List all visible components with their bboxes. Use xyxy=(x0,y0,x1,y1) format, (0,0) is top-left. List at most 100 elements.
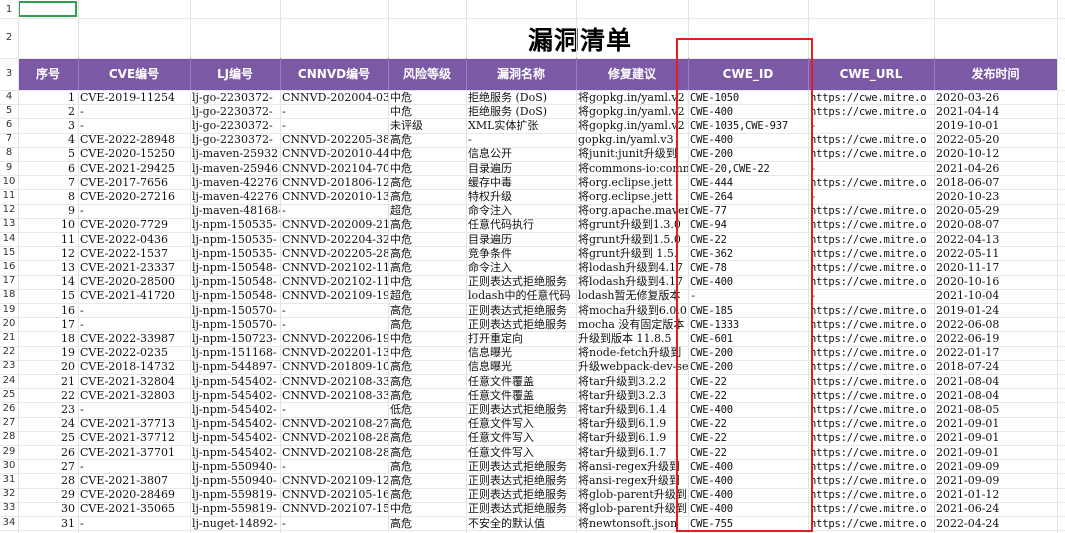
table-cell[interactable]: https://cwe.mitre.o xyxy=(810,318,934,332)
table-cell[interactable]: CNNVD-202009-215 xyxy=(282,218,388,232)
table-cell[interactable]: https://cwe.mitre.o xyxy=(810,431,934,445)
table-cell[interactable]: https://cwe.mitre.o xyxy=(810,460,934,474)
table-cell[interactable]: CVE-2021-29425 xyxy=(80,162,190,176)
table-cell[interactable]: CVE-2020-7729 xyxy=(80,218,190,232)
table-cell[interactable]: 高危 xyxy=(390,176,466,190)
table-cell[interactable]: 将junit:junit升级到 xyxy=(578,147,688,161)
table-cell[interactable]: 正则表达式拒绝服务 xyxy=(468,304,576,318)
table-cell[interactable]: 将lodash升级到4.17 xyxy=(578,275,688,289)
table-cell[interactable]: CNNVD-202108-2784 xyxy=(282,417,388,431)
table-cell[interactable]: 升级webpack-dev-se xyxy=(578,360,688,374)
table-cell[interactable]: CNNVD-202010-445 xyxy=(282,147,388,161)
table-cell[interactable]: 将org.eclipse.jett xyxy=(578,176,688,190)
table-cell[interactable]: lj-go-2230372- xyxy=(192,91,280,105)
column-header[interactable]: 风险等级 xyxy=(388,58,466,90)
table-cell[interactable]: CNNVD-202107-1558 xyxy=(282,502,388,516)
table-cell[interactable]: - xyxy=(810,190,934,204)
table-cell[interactable]: 21 xyxy=(18,375,75,389)
column-header[interactable]: LJ编号 xyxy=(190,58,280,90)
table-cell[interactable]: 2022-04-24 xyxy=(936,517,1057,531)
table-cell[interactable]: https://cwe.mitre.o xyxy=(810,218,934,232)
table-cell[interactable]: CNNVD-202108-2802 xyxy=(282,446,388,460)
table-cell[interactable]: CNNVD-202109-1976 xyxy=(282,289,388,303)
table-cell[interactable]: CVE-2021-37713 xyxy=(80,417,190,431)
table-cell[interactable]: https://cwe.mitre.o xyxy=(810,261,934,275)
table-cell[interactable]: 将gopkg.in/yaml.v2 xyxy=(578,91,688,105)
table-cell[interactable]: lodash暂无修复版本 xyxy=(578,289,688,303)
table-cell[interactable]: 20 xyxy=(18,360,75,374)
table-cell[interactable]: lj-nuget-14892- xyxy=(192,517,280,531)
table-cell[interactable]: CVE-2020-28469 xyxy=(80,488,190,502)
table-cell[interactable]: 将tar升级到6.1.9 xyxy=(578,417,688,431)
table-cell[interactable]: 升级到版本 11.8.5 xyxy=(578,332,688,346)
table-cell[interactable]: 信息曝光 xyxy=(468,346,576,360)
table-cell[interactable]: https://cwe.mitre.o xyxy=(810,346,934,360)
table-cell[interactable]: CNNVD-202105-164 xyxy=(282,488,388,502)
table-cell[interactable]: - xyxy=(80,318,190,332)
table-cell[interactable]: lj-maven-42276 xyxy=(192,176,280,190)
table-cell[interactable]: https://cwe.mitre.o xyxy=(810,91,934,105)
table-cell[interactable]: CNNVD-202010-1399 xyxy=(282,190,388,204)
table-cell[interactable]: - xyxy=(282,119,388,133)
table-cell[interactable]: https://cwe.mitre.o xyxy=(810,147,934,161)
table-cell[interactable]: https://cwe.mitre.o xyxy=(810,403,934,417)
table-cell[interactable]: lj-npm-545402- xyxy=(192,431,280,445)
table-cell[interactable]: 2021-04-26 xyxy=(936,162,1057,176)
table-cell[interactable]: https://cwe.mitre.o xyxy=(810,417,934,431)
table-cell[interactable]: lj-npm-545402- xyxy=(192,446,280,460)
table-cell[interactable]: https://cwe.mitre.o xyxy=(810,502,934,516)
table-cell[interactable]: 高危 xyxy=(390,190,466,204)
table-cell[interactable]: 26 xyxy=(18,446,75,460)
table-cell[interactable]: https://cwe.mitre.o xyxy=(810,233,934,247)
table-cell[interactable]: 高危 xyxy=(390,488,466,502)
table-cell[interactable]: 将org.apache.maver xyxy=(578,204,688,218)
table-cell[interactable]: 任意代码执行 xyxy=(468,218,576,232)
table-cell[interactable]: 10 xyxy=(18,218,75,232)
table-cell[interactable]: 2020-08-07 xyxy=(936,218,1057,232)
table-cell[interactable]: 信息公开 xyxy=(468,147,576,161)
table-cell[interactable]: 3 xyxy=(18,119,75,133)
table-cell[interactable]: 7 xyxy=(18,176,75,190)
table-cell[interactable]: 22 xyxy=(18,389,75,403)
table-cell[interactable]: 16 xyxy=(18,304,75,318)
table-cell[interactable]: CNNVD-202109-1227 xyxy=(282,474,388,488)
table-cell[interactable]: CVE-2022-33987 xyxy=(80,332,190,346)
table-cell[interactable]: https://cwe.mitre.o xyxy=(810,360,934,374)
table-cell[interactable]: 正则表达式拒绝服务 xyxy=(468,460,576,474)
table-cell[interactable]: 2018-06-07 xyxy=(936,176,1057,190)
table-cell[interactable]: 高危 xyxy=(390,517,466,531)
table-cell[interactable]: CVE-2018-14732 xyxy=(80,360,190,374)
table-cell[interactable]: https://cwe.mitre.o xyxy=(810,133,934,147)
table-cell[interactable]: 2022-04-13 xyxy=(936,233,1057,247)
table-cell[interactable]: 正则表达式拒绝服务 xyxy=(468,403,576,417)
table-cell[interactable]: https://cwe.mitre.o xyxy=(810,247,934,261)
table-cell[interactable]: lj-go-2230372- xyxy=(192,105,280,119)
table-cell[interactable]: CNNVD-202204-3257 xyxy=(282,233,388,247)
table-cell[interactable]: 任意文件覆盖 xyxy=(468,375,576,389)
table-cell[interactable]: CNNVD-202102-1168 xyxy=(282,275,388,289)
table-cell[interactable]: 2021-09-01 xyxy=(936,431,1057,445)
table-cell[interactable]: CNNVD-201806-1299 xyxy=(282,176,388,190)
table-cell[interactable]: - xyxy=(282,204,388,218)
table-cell[interactable]: 将grunt升级到1.5.0 xyxy=(578,233,688,247)
table-cell[interactable]: 27 xyxy=(18,460,75,474)
table-cell[interactable]: https://cwe.mitre.o xyxy=(810,275,934,289)
table-cell[interactable]: 高危 xyxy=(390,318,466,332)
table-cell[interactable]: - xyxy=(80,119,190,133)
table-cell[interactable]: 将ansi-regex升级到 xyxy=(578,460,688,474)
table-cell[interactable]: CVE-2022-1537 xyxy=(80,247,190,261)
table-cell[interactable]: 2022-06-08 xyxy=(936,318,1057,332)
table-cell[interactable]: lodash中的任意代码 xyxy=(468,289,576,303)
table-cell[interactable]: - xyxy=(468,133,576,147)
table-cell[interactable]: https://cwe.mitre.o xyxy=(810,176,934,190)
table-cell[interactable]: 18 xyxy=(18,332,75,346)
table-cell[interactable]: CNNVD-202205-2827 xyxy=(282,247,388,261)
table-cell[interactable]: 信息曝光 xyxy=(468,360,576,374)
table-cell[interactable]: 任意文件覆盖 xyxy=(468,389,576,403)
table-cell[interactable]: lj-npm-150570- xyxy=(192,304,280,318)
table-cell[interactable]: lj-maven-25932 xyxy=(192,147,280,161)
table-cell[interactable]: CVE-2021-35065 xyxy=(80,502,190,516)
table-cell[interactable]: 8 xyxy=(18,190,75,204)
table-cell[interactable]: 中危 xyxy=(390,275,466,289)
table-cell[interactable]: 31 xyxy=(18,517,75,531)
